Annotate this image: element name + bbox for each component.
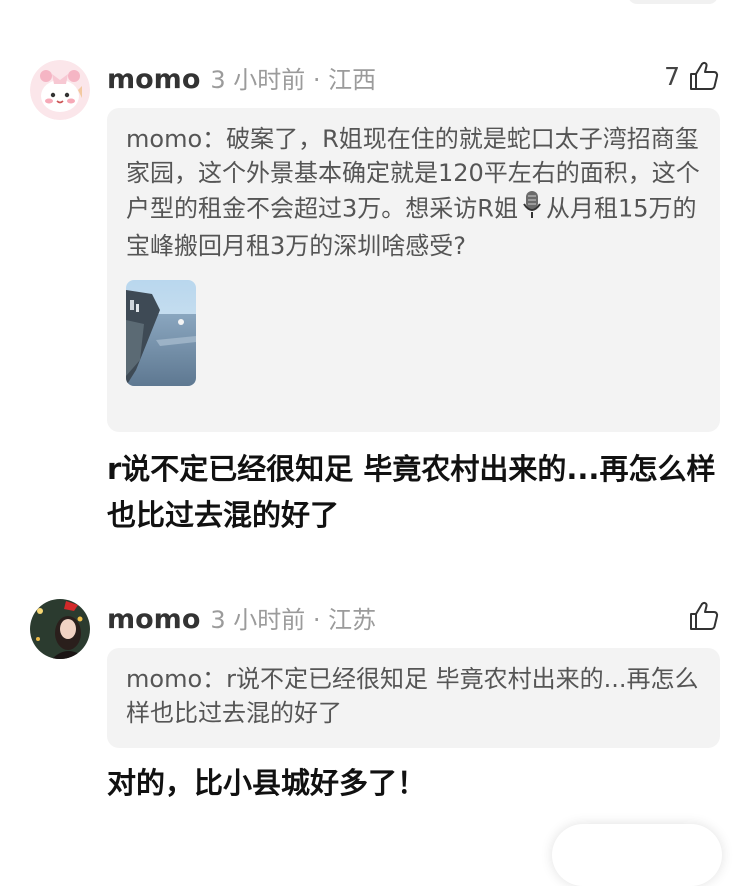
quote-photo[interactable] — [126, 280, 196, 386]
floating-input-pill[interactable] — [552, 824, 722, 886]
christmas-photo-avatar-icon — [30, 599, 90, 659]
quote-username[interactable]: momo： — [126, 125, 226, 153]
quoted-comment[interactable]: momo：破案了，R姐现在住的就是蛇口太子湾招商玺家园，这个外景基本确定就是12… — [107, 108, 720, 432]
comment-text[interactable]: r说不定已经很知足 毕竟农村出来的...再怎么样也比过去混的好了 — [107, 446, 722, 538]
thumbs-up-icon — [690, 601, 719, 630]
like-button[interactable]: 7 — [664, 60, 720, 92]
like-button[interactable] — [680, 600, 720, 632]
quoted-comment[interactable]: momo：r说不定已经很知足 毕竟农村出来的...再怎么样也比过去混的好了 — [107, 648, 720, 748]
avatar[interactable] — [30, 60, 90, 120]
previous-item-pill — [628, 0, 718, 4]
username[interactable]: momo — [107, 64, 200, 95]
like-count: 7 — [664, 61, 680, 91]
thumbs-up-icon — [690, 61, 719, 90]
avatar[interactable] — [30, 599, 90, 659]
username[interactable]: momo — [107, 604, 200, 635]
microphone-icon — [521, 190, 543, 229]
pink-cartoon-avatar-icon — [30, 60, 90, 120]
comment-text[interactable]: 对的，比小县城好多了！ — [107, 760, 722, 806]
time-location: 3 小时前 · 江西 — [210, 66, 377, 94]
quote-username[interactable]: momo： — [126, 665, 226, 693]
time-location: 3 小时前 · 江苏 — [210, 606, 377, 634]
